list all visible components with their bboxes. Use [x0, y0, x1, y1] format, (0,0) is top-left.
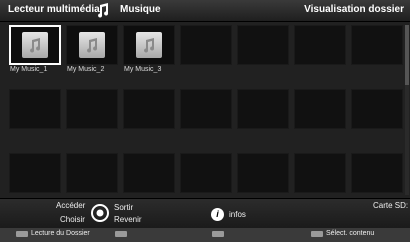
folder-label: My Music_3 [124, 66, 162, 73]
select-contenu-label: Sélect. contenu [326, 230, 375, 237]
music-folder-icon [22, 32, 48, 58]
empty-tile[interactable] [351, 89, 403, 129]
empty-tile[interactable] [66, 153, 118, 193]
view-mode-title: Visualisation dossier [304, 4, 404, 15]
folder-tile-my-music-1[interactable] [9, 25, 61, 65]
empty-tile[interactable] [351, 153, 403, 193]
empty-tile[interactable] [237, 153, 289, 193]
info-icon: i [211, 208, 224, 221]
folder-label: My Music_1 [10, 66, 48, 73]
empty-tile[interactable] [294, 89, 346, 129]
empty-tile[interactable] [9, 89, 61, 129]
music-folder-icon [136, 32, 162, 58]
yellow-key-icon[interactable] [212, 231, 224, 237]
source-label: Carte SD: [373, 201, 409, 210]
app-title: Lecteur multimédia [8, 4, 100, 15]
empty-tile[interactable] [351, 25, 403, 65]
folder-tile-my-music-3[interactable] [123, 25, 175, 65]
empty-tile[interactable] [66, 89, 118, 129]
section-title: Musique [120, 4, 161, 15]
color-key-bar: Lecture du Dossier Sélect. contenu [0, 228, 410, 242]
empty-tile[interactable] [180, 25, 232, 65]
empty-tile[interactable] [294, 153, 346, 193]
music-note-icon [98, 3, 109, 18]
navigation-ok-icon [91, 204, 109, 222]
green-key-icon[interactable] [115, 231, 127, 237]
folder-label: My Music_2 [67, 66, 105, 73]
empty-tile[interactable] [123, 153, 175, 193]
folder-tile-my-music-2[interactable] [66, 25, 118, 65]
empty-tile[interactable] [180, 89, 232, 129]
blue-key-icon[interactable] [311, 231, 323, 237]
empty-tile[interactable] [294, 25, 346, 65]
scrollbar[interactable] [405, 25, 409, 195]
infos-label: infos [229, 210, 246, 219]
empty-tile[interactable] [237, 25, 289, 65]
empty-tile[interactable] [9, 153, 61, 193]
footer-controls: Accéder Choisir Sortir Revenir i infos C… [0, 198, 410, 229]
empty-tile[interactable] [237, 89, 289, 129]
media-grid-area: My Music_1 My Music_2 My Music_3 [0, 22, 410, 198]
acceder-label: Accéder [56, 201, 86, 210]
sortir-label: Sortir [114, 203, 134, 212]
music-folder-icon [79, 32, 105, 58]
empty-tile[interactable] [180, 153, 232, 193]
revenir-label: Revenir [114, 215, 142, 224]
scrollbar-thumb[interactable] [405, 25, 409, 85]
choisir-label: Choisir [60, 215, 85, 224]
lecture-dossier-label: Lecture du Dossier [31, 230, 90, 237]
header-bar: Lecteur multimédia Musique Visualisation… [0, 0, 410, 22]
red-key-icon[interactable] [16, 231, 28, 237]
empty-tile[interactable] [123, 89, 175, 129]
folder-grid [9, 25, 405, 193]
